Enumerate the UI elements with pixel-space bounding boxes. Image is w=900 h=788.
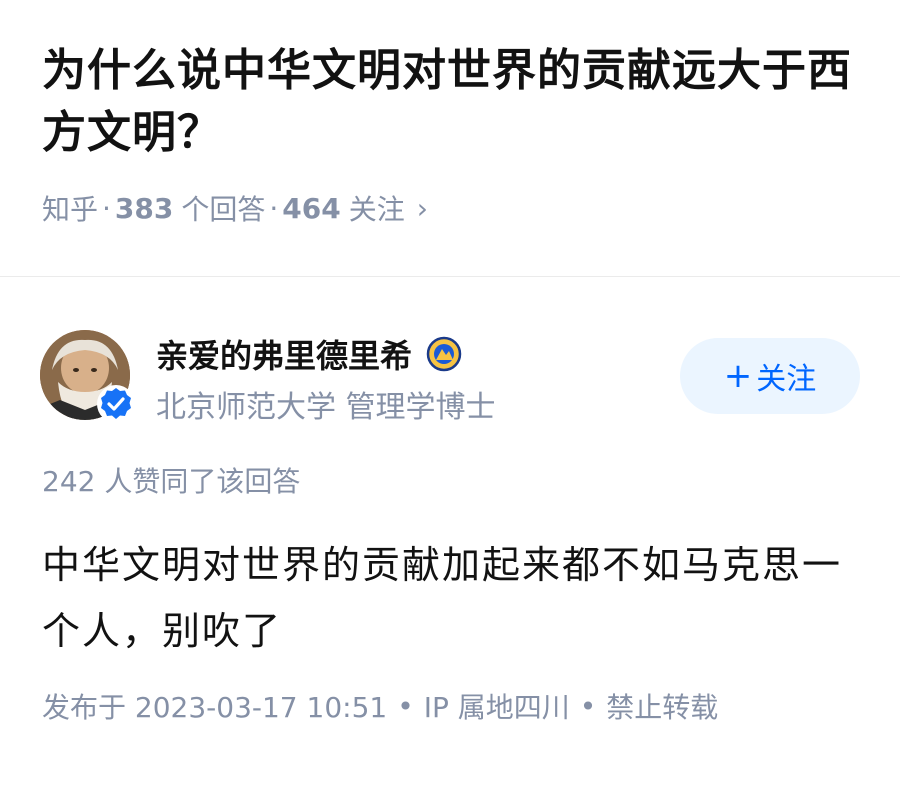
followers-label: 关注 xyxy=(348,193,405,226)
published-time: 发布于 2023-03-17 10:51 xyxy=(42,691,388,724)
followers-count: 464 xyxy=(282,191,341,225)
verified-check-icon xyxy=(97,385,135,423)
chevron-right-icon: › xyxy=(416,191,428,225)
answer-meta: 发布于 2023-03-17 10:51 • IP 属地四川 • 禁止转载 xyxy=(42,686,718,726)
meta-separator: • xyxy=(579,689,597,723)
source-label: 知乎 xyxy=(42,193,99,226)
plus-icon: + xyxy=(723,356,753,396)
follow-button[interactable]: + 关注 xyxy=(680,338,860,414)
copyright-notice: 禁止转载 xyxy=(606,691,719,724)
question-header: 为什么说中华文明对世界的贡献远大于西方文明？ 知乎 · 383 个回答 · 46… xyxy=(0,0,900,276)
meta-dot: · xyxy=(269,191,279,225)
meta-separator: • xyxy=(397,689,414,723)
author-name[interactable]: 亲爱的弗里德里希 xyxy=(156,331,412,377)
author-headline: 北京师范大学 管理学博士 xyxy=(156,390,496,425)
question-meta[interactable]: 知乎 · 383 个回答 · 464 关注 › xyxy=(42,186,428,230)
answers-label: 个回答 xyxy=(181,193,266,226)
meta-dot: · xyxy=(102,191,111,225)
answers-count: 383 xyxy=(114,191,174,225)
question-title[interactable]: 为什么说中华文明对世界的贡献远大于西方文明？ xyxy=(42,40,862,164)
answer-content[interactable]: 中华文明对世界的贡献加起来都不如马克思一个人，别吹了 xyxy=(42,532,862,664)
ip-location: IP 属地四川 xyxy=(423,691,570,724)
creator-badge-icon xyxy=(426,336,462,372)
author-name-row: 亲爱的弗里德里希 xyxy=(156,332,462,376)
section-divider xyxy=(0,276,900,277)
vote-count-text: 242 人赞同了该回答 xyxy=(42,465,301,498)
author-card: 亲爱的弗里德里希 北京师范大学 管理学博士 + 关注 xyxy=(40,328,860,425)
follow-button-label: 关注 xyxy=(756,362,817,397)
